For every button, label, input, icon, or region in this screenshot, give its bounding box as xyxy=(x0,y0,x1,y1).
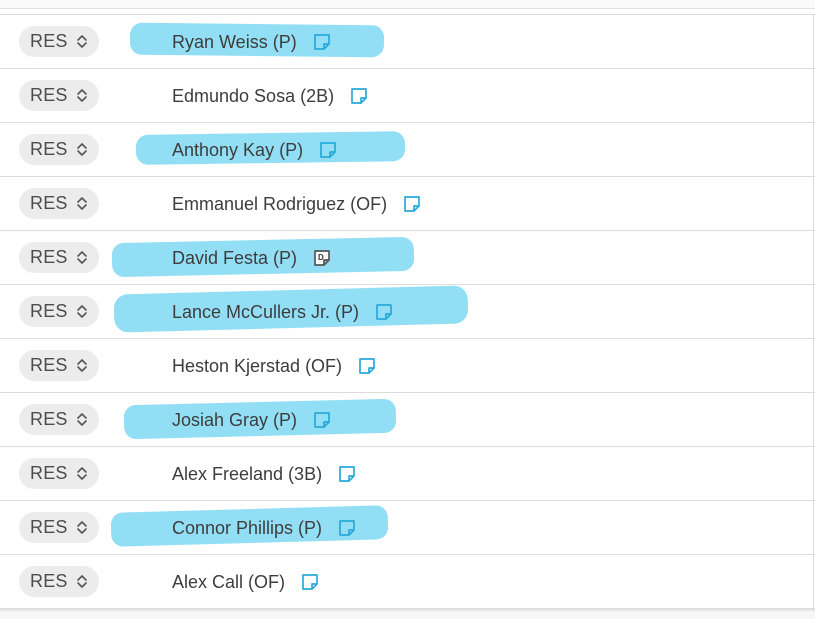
slot-label: RES xyxy=(30,31,68,51)
roster-list: RES Ryan Weiss (P) RES Edmundo Sosa (2B) xyxy=(0,14,815,609)
up-down-chevron-icon xyxy=(77,305,87,318)
slot-select[interactable]: RES xyxy=(19,242,99,273)
player-cell: Josiah Gray (P) xyxy=(172,408,331,432)
note-badge: D xyxy=(318,253,324,262)
note-icon[interactable] xyxy=(350,87,368,105)
roster-row: RES Alex Freeland (3B) xyxy=(0,447,815,501)
note-icon[interactable] xyxy=(338,519,356,537)
player-name-link[interactable]: Alex Freeland (3B) xyxy=(172,462,322,486)
roster-row: RES Alex Call (OF) xyxy=(0,555,815,609)
slot-select[interactable]: RES xyxy=(19,80,99,111)
player-cell: Alex Freeland (3B) xyxy=(172,462,356,486)
slot-select[interactable]: RES xyxy=(19,404,99,435)
note-icon[interactable] xyxy=(313,33,331,51)
slot-label: RES xyxy=(30,355,68,375)
up-down-chevron-icon xyxy=(77,467,87,480)
player-name-link[interactable]: Heston Kjerstad (OF) xyxy=(172,354,342,378)
roster-row: RES Ryan Weiss (P) xyxy=(0,15,815,69)
roster-row: RES Emmanuel Rodriguez (OF) xyxy=(0,177,815,231)
player-cell: Lance McCullers Jr. (P) xyxy=(172,300,393,324)
slot-label: RES xyxy=(30,517,68,537)
player-name-link[interactable]: Lance McCullers Jr. (P) xyxy=(172,300,359,324)
bottom-edge xyxy=(0,609,815,619)
player-cell: Anthony Kay (P) xyxy=(172,138,337,162)
roster-row: RES Connor Phillips (P) xyxy=(0,501,815,555)
note-icon[interactable] xyxy=(301,573,319,591)
player-name-link[interactable]: Alex Call (OF) xyxy=(172,570,285,594)
slot-label: RES xyxy=(30,85,68,105)
note-icon[interactable] xyxy=(338,465,356,483)
roster-row: RES David Festa (P) D xyxy=(0,231,815,285)
slot-select[interactable]: RES xyxy=(19,566,99,597)
slot-label: RES xyxy=(30,193,68,213)
roster-row: RES Edmundo Sosa (2B) xyxy=(0,69,815,123)
note-icon[interactable] xyxy=(375,303,393,321)
player-cell: Connor Phillips (P) xyxy=(172,516,356,540)
roster-page: RES Ryan Weiss (P) RES Edmundo Sosa (2B) xyxy=(0,0,815,619)
slot-select[interactable]: RES xyxy=(19,512,99,543)
up-down-chevron-icon xyxy=(77,575,87,588)
player-name-link[interactable]: Emmanuel Rodriguez (OF) xyxy=(172,192,387,216)
roster-row: RES Josiah Gray (P) xyxy=(0,393,815,447)
player-cell: David Festa (P) D xyxy=(172,246,331,270)
player-cell: Alex Call (OF) xyxy=(172,570,319,594)
up-down-chevron-icon xyxy=(77,35,87,48)
note-icon[interactable] xyxy=(313,411,331,429)
top-edge xyxy=(0,0,815,9)
note-with-d-icon[interactable]: D xyxy=(313,249,331,267)
slot-label: RES xyxy=(30,463,68,483)
slot-select[interactable]: RES xyxy=(19,188,99,219)
slot-label: RES xyxy=(30,301,68,321)
roster-row: RES Lance McCullers Jr. (P) xyxy=(0,285,815,339)
note-icon[interactable] xyxy=(403,195,421,213)
player-name-link[interactable]: Ryan Weiss (P) xyxy=(172,30,297,54)
slot-label: RES xyxy=(30,247,68,267)
player-name-link[interactable]: Anthony Kay (P) xyxy=(172,138,303,162)
slot-select[interactable]: RES xyxy=(19,458,99,489)
up-down-chevron-icon xyxy=(77,521,87,534)
roster-row: RES Anthony Kay (P) xyxy=(0,123,815,177)
up-down-chevron-icon xyxy=(77,413,87,426)
player-name-link[interactable]: Josiah Gray (P) xyxy=(172,408,297,432)
player-cell: Emmanuel Rodriguez (OF) xyxy=(172,192,421,216)
up-down-chevron-icon xyxy=(77,359,87,372)
up-down-chevron-icon xyxy=(77,143,87,156)
slot-select[interactable]: RES xyxy=(19,26,99,57)
note-icon[interactable] xyxy=(319,141,337,159)
slot-label: RES xyxy=(30,139,68,159)
player-cell: Heston Kjerstad (OF) xyxy=(172,354,376,378)
up-down-chevron-icon xyxy=(77,197,87,210)
slot-label: RES xyxy=(30,409,68,429)
up-down-chevron-icon xyxy=(77,89,87,102)
up-down-chevron-icon xyxy=(77,251,87,264)
note-icon[interactable] xyxy=(358,357,376,375)
player-cell: Edmundo Sosa (2B) xyxy=(172,84,368,108)
slot-label: RES xyxy=(30,571,68,591)
player-name-link[interactable]: David Festa (P) xyxy=(172,246,297,270)
slot-select[interactable]: RES xyxy=(19,350,99,381)
roster-row: RES Heston Kjerstad (OF) xyxy=(0,339,815,393)
player-name-link[interactable]: Edmundo Sosa (2B) xyxy=(172,84,334,108)
slot-select[interactable]: RES xyxy=(19,296,99,327)
player-cell: Ryan Weiss (P) xyxy=(172,30,331,54)
slot-select[interactable]: RES xyxy=(19,134,99,165)
player-name-link[interactable]: Connor Phillips (P) xyxy=(172,516,322,540)
